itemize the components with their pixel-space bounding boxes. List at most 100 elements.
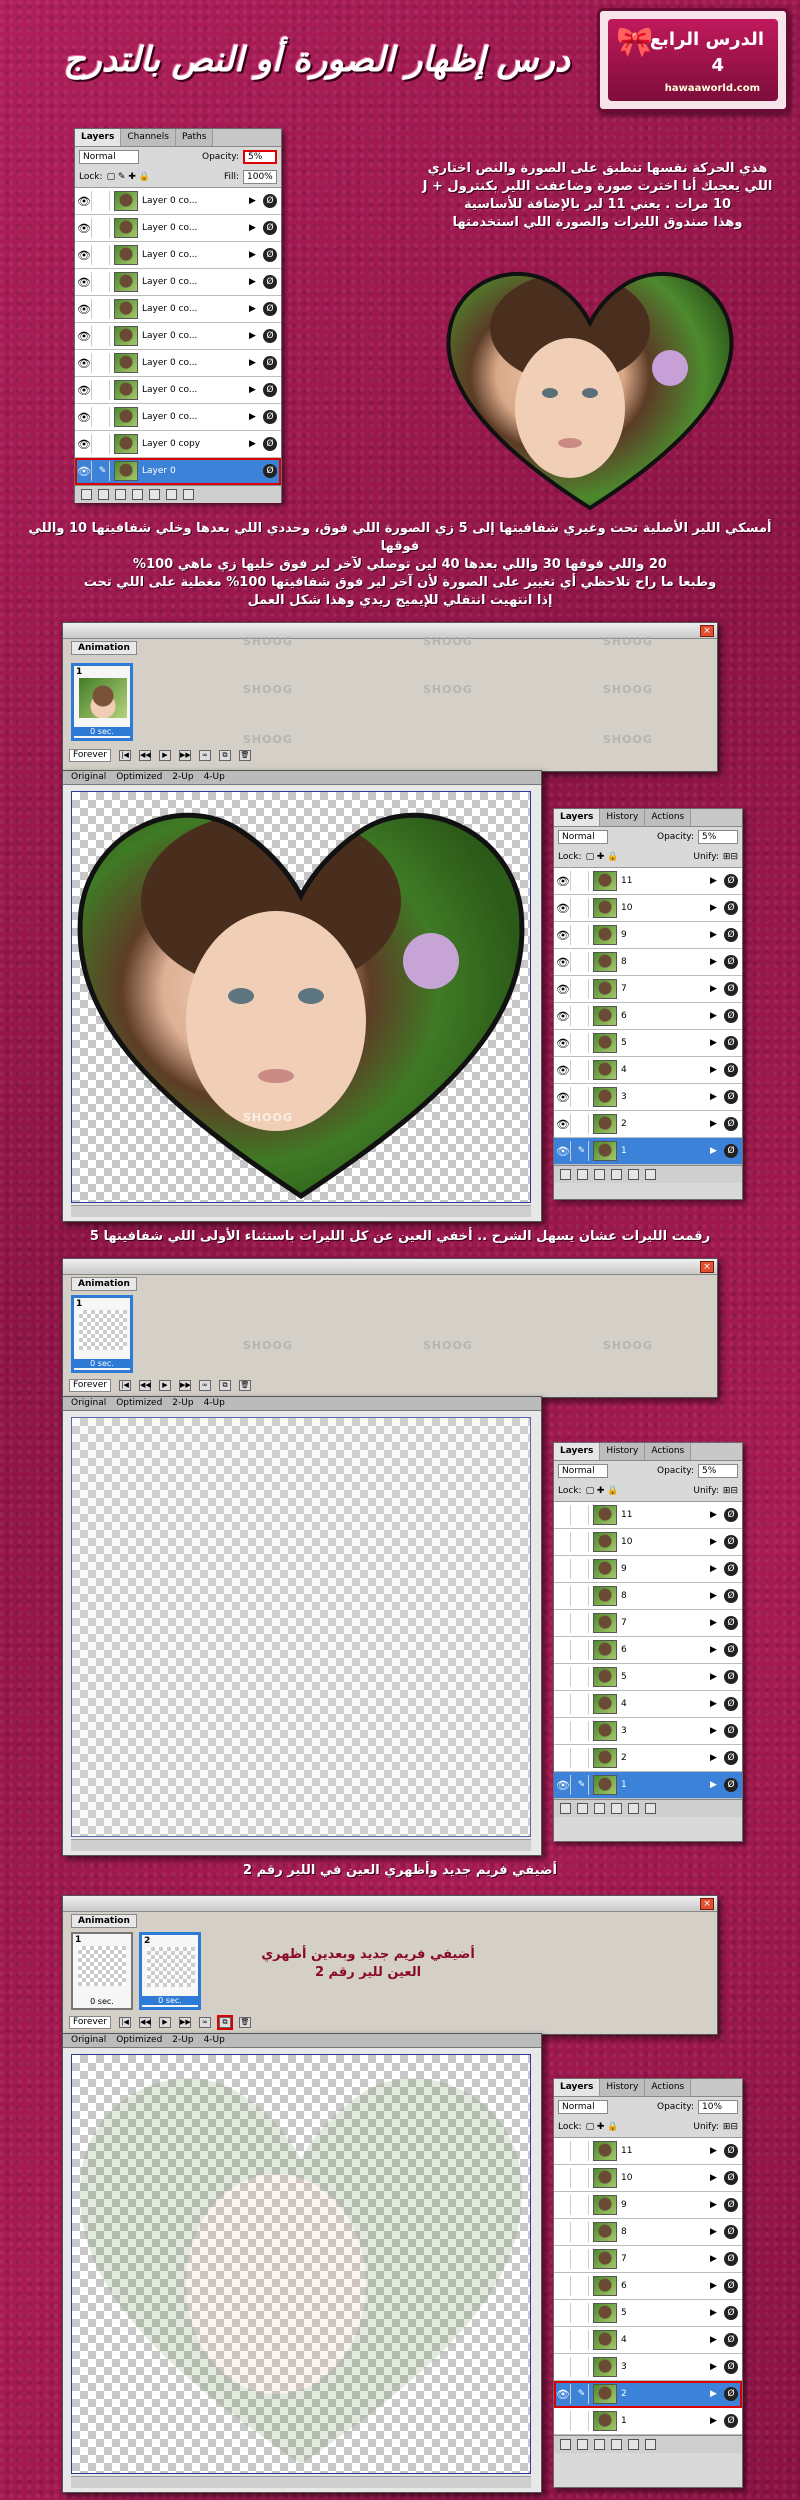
- opacity-field[interactable]: 10%: [698, 2100, 738, 2114]
- eye-icon[interactable]: 👁: [77, 353, 92, 373]
- animation-frame[interactable]: 1 0 sec.: [71, 1295, 133, 1373]
- layer-row[interactable]: 10 ▶ Ø: [554, 2165, 742, 2192]
- style-icon[interactable]: [98, 489, 109, 500]
- layer-row[interactable]: 7 ▶ Ø: [554, 1610, 742, 1637]
- blend-mode-select[interactable]: Normal: [79, 150, 139, 164]
- close-icon[interactable]: ×: [700, 1898, 714, 1910]
- layer-row[interactable]: 7 ▶ Ø: [554, 2246, 742, 2273]
- eye-icon[interactable]: 👁: [556, 1060, 571, 1080]
- tab-history[interactable]: History: [600, 809, 646, 826]
- eye-icon[interactable]: 👁: [556, 1087, 571, 1107]
- tab-animation[interactable]: Animation: [71, 641, 137, 655]
- duplicate-frame-button[interactable]: ⧉: [216, 2014, 233, 2030]
- layer-row[interactable]: 👁 8 ▶ Ø: [554, 949, 742, 976]
- layer-row[interactable]: 👁 4 ▶ Ø: [554, 1057, 742, 1084]
- eye-icon[interactable]: 👁: [77, 434, 92, 454]
- horizontal-scrollbar[interactable]: [71, 1839, 531, 1851]
- eye-icon[interactable]: 👁: [556, 925, 571, 945]
- eye-icon[interactable]: 👁: [556, 1114, 571, 1134]
- close-icon[interactable]: ×: [700, 1261, 714, 1273]
- first-frame-button[interactable]: |◀: [118, 749, 131, 761]
- fill-field[interactable]: 100%: [243, 170, 277, 184]
- tab-animation[interactable]: Animation: [71, 1277, 137, 1291]
- eye-icon[interactable]: 👁: [556, 1033, 571, 1053]
- folder-icon[interactable]: [149, 489, 160, 500]
- eye-icon[interactable]: 👁: [556, 979, 571, 999]
- layer-row[interactable]: 👁 3 ▶ Ø: [554, 1084, 742, 1111]
- layer-row[interactable]: 10 ▶ Ø: [554, 1529, 742, 1556]
- layer-row[interactable]: 8 ▶ Ø: [554, 2219, 742, 2246]
- layer-row[interactable]: 3 ▶ Ø: [554, 1718, 742, 1745]
- blend-mode-select[interactable]: Normal: [558, 830, 608, 844]
- eye-icon[interactable]: 👁: [77, 191, 92, 211]
- layer-row[interactable]: 8 ▶ Ø: [554, 1583, 742, 1610]
- tab-paths[interactable]: Paths: [175, 129, 214, 146]
- trash-icon[interactable]: [183, 489, 194, 500]
- opacity-field[interactable]: 5%: [243, 150, 277, 164]
- tween-button[interactable]: ∞: [198, 1379, 211, 1391]
- eye-icon[interactable]: 👁: [556, 1141, 571, 1161]
- layer-row[interactable]: 4 ▶ Ø: [554, 1691, 742, 1718]
- loop-select[interactable]: Forever: [69, 1378, 111, 1392]
- next-frame-button[interactable]: ▶▶: [178, 749, 191, 761]
- layer-row[interactable]: 👁 Layer 0 co... ▶ Ø: [75, 350, 281, 377]
- play-button[interactable]: ▶: [158, 1379, 171, 1391]
- layer-row[interactable]: 11 ▶ Ø: [554, 1502, 742, 1529]
- delete-frame-button[interactable]: 🗑: [238, 749, 251, 761]
- eye-icon[interactable]: 👁: [556, 1006, 571, 1026]
- tab-animation[interactable]: Animation: [71, 1914, 137, 1928]
- layer-row[interactable]: 👁 Layer 0 co... ▶ Ø: [75, 404, 281, 431]
- layer-row[interactable]: 👁 Layer 0 co... ▶ Ø: [75, 188, 281, 215]
- duplicate-frame-button[interactable]: ⧉: [218, 749, 231, 761]
- prev-frame-button[interactable]: ◀◀: [138, 749, 151, 761]
- horizontal-scrollbar[interactable]: [71, 1205, 531, 1217]
- eye-icon[interactable]: 👁: [77, 299, 92, 319]
- layer-row[interactable]: 9 ▶ Ø: [554, 2192, 742, 2219]
- layer-row[interactable]: 👁 5 ▶ Ø: [554, 1030, 742, 1057]
- layer-row[interactable]: 👁 Layer 0 co... ▶ Ø: [75, 296, 281, 323]
- layer-row[interactable]: 👁 Layer 0 co... ▶ Ø: [75, 215, 281, 242]
- layer-row[interactable]: 9 ▶ Ø: [554, 1556, 742, 1583]
- layer-row[interactable]: 👁 Layer 0 co... ▶ Ø: [75, 323, 281, 350]
- first-frame-button[interactable]: |◀: [118, 1379, 131, 1391]
- layer-row[interactable]: 👁 Layer 0 copy ▶ Ø: [75, 431, 281, 458]
- tab-optimized[interactable]: Optimized: [116, 771, 162, 784]
- layer-row[interactable]: 4 ▶ Ø: [554, 2327, 742, 2354]
- layer-row[interactable]: 6 ▶ Ø: [554, 2273, 742, 2300]
- tab-channels[interactable]: Channels: [121, 129, 176, 146]
- new-layer-icon[interactable]: [166, 489, 177, 500]
- layer-row[interactable]: 👁 Layer 0 co... ▶ Ø: [75, 377, 281, 404]
- tab-layers[interactable]: Layers: [554, 809, 601, 826]
- layer-row[interactable]: 1 ▶ Ø: [554, 2408, 742, 2435]
- prev-frame-button[interactable]: ◀◀: [138, 1379, 151, 1391]
- layer-row[interactable]: 👁 6 ▶ Ø: [554, 1003, 742, 1030]
- tab-actions[interactable]: Actions: [645, 809, 692, 826]
- tab-2up[interactable]: 2-Up: [172, 771, 193, 784]
- adjust-icon[interactable]: [132, 489, 143, 500]
- layer-row-selected[interactable]: 👁 ✎ 1 ▶ Ø: [554, 1772, 742, 1799]
- eye-icon[interactable]: 👁: [77, 380, 92, 400]
- layer-row[interactable]: 👁 7 ▶ Ø: [554, 976, 742, 1003]
- eye-icon[interactable]: 👁: [556, 898, 571, 918]
- next-frame-button[interactable]: ▶▶: [178, 1379, 191, 1391]
- eye-icon[interactable]: 👁: [556, 952, 571, 972]
- loop-select[interactable]: Forever: [69, 748, 111, 762]
- layer-row-selected[interactable]: 👁 ✎ 2 ▶ Ø: [554, 2381, 742, 2408]
- layer-row[interactable]: 11 ▶ Ø: [554, 2138, 742, 2165]
- layer-row[interactable]: 3 ▶ Ø: [554, 2354, 742, 2381]
- eye-icon[interactable]: 👁: [556, 871, 571, 891]
- eye-icon[interactable]: 👁: [77, 218, 92, 238]
- layer-row[interactable]: 👁 2 ▶ Ø: [554, 1111, 742, 1138]
- close-icon[interactable]: ×: [700, 625, 714, 637]
- link-icon[interactable]: [81, 489, 92, 500]
- tab-layers[interactable]: Layers: [75, 129, 122, 146]
- opacity-field[interactable]: 5%: [698, 830, 738, 844]
- canvas-area[interactable]: [71, 1417, 531, 1837]
- delete-frame-button[interactable]: 🗑: [238, 1379, 251, 1391]
- layer-row[interactable]: 👁 Layer 0 co... ▶ Ø: [75, 269, 281, 296]
- duplicate-frame-button[interactable]: ⧉: [218, 1379, 231, 1391]
- play-button[interactable]: ▶: [158, 749, 171, 761]
- layer-row[interactable]: 2 ▶ Ø: [554, 1745, 742, 1772]
- layer-row[interactable]: 👁 10 ▶ Ø: [554, 895, 742, 922]
- eye-icon[interactable]: 👁: [77, 245, 92, 265]
